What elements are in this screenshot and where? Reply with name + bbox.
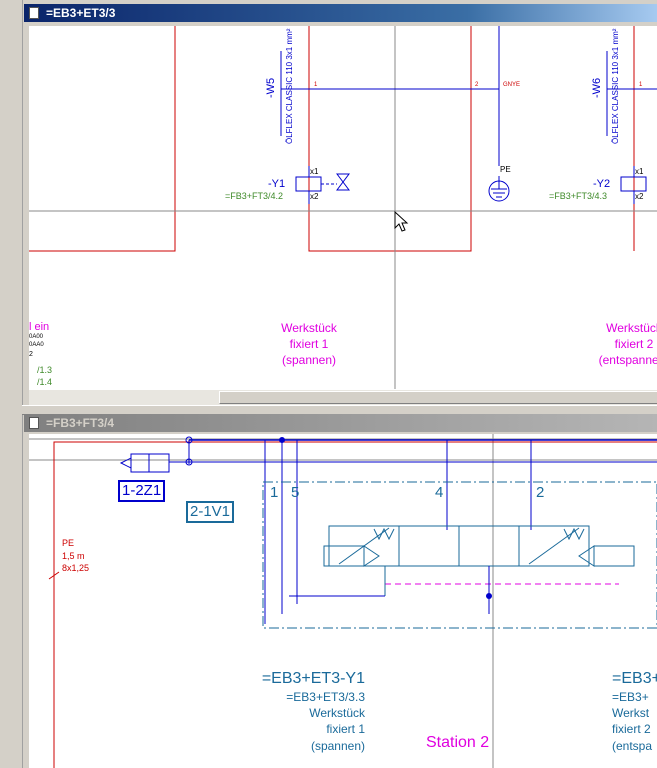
y1-ref[interactable]: =FB3+FT3/4.2 [225, 191, 283, 201]
y2-block-title[interactable]: =EB3+ [612, 669, 657, 689]
port-1-label: 1 [270, 484, 279, 501]
drawing-window-page-4[interactable]: =FB3+FT3/4 1-2Z1 2-1V1 1 5 4 2 PE 1,5 m … [24, 414, 657, 768]
pe-label: PE [500, 165, 511, 174]
drawing-canvas-2[interactable]: 1-2Z1 2-1V1 1 5 4 2 PE 1,5 m 8x1,25 =EB3… [29, 434, 657, 768]
y1-block-title[interactable]: =EB3+ET3-Y1 [215, 669, 365, 689]
port-2-label: 2 [536, 484, 545, 501]
y2-block: =EB3+ =EB3+ Werkst fixiert 2 (entspa [612, 669, 657, 755]
w5-cable-name: ÖLFLEX CLASSIC 110 3x1 mm² [285, 28, 294, 144]
pe-cable-spec: 8x1,25 [62, 563, 90, 573]
background-window-edge [0, 0, 23, 768]
y1-description: Werkstück fixiert 1 (spannen) [281, 321, 337, 367]
pe-cable-label: PE [62, 538, 75, 548]
w5-tag: -W5 [265, 77, 277, 98]
pe-cable-length: 1,5 m [62, 551, 85, 561]
drawing-canvas[interactable]: -W5 ÖLFLEX CLASSIC 110 3x1 mm² 1 2 GNYE … [29, 26, 657, 389]
left-fragment-4: 2 [29, 351, 33, 358]
horizontal-scrollbar[interactable] [29, 389, 657, 406]
left-ref-1[interactable]: /1.3 [37, 365, 52, 375]
port-4-label: 4 [435, 484, 444, 501]
left-fragment-1: l ein [29, 321, 50, 333]
y2-x2: x2 [635, 192, 644, 201]
cylinder-symbol [130, 453, 170, 473]
valve-label[interactable]: 2-1V1 [186, 501, 235, 523]
document-icon [29, 417, 39, 429]
red-frame-y1 [308, 26, 472, 252]
w5-wire-2: 2 [475, 82, 479, 88]
cylinder-label[interactable]: 1-2Z1 [118, 480, 166, 502]
valve-island-frame [262, 481, 657, 629]
scrollbar-thumb[interactable] [219, 391, 657, 404]
y1-block: =EB3+ET3-Y1 =EB3+ET3/3.3 Werkstück fixie… [215, 669, 365, 755]
red-frame-left [29, 26, 176, 252]
y2-ref[interactable]: =FB3+FT3/4.3 [549, 191, 607, 201]
window-titlebar-2[interactable]: =FB3+FT3/4 [24, 414, 657, 432]
document-icon [29, 7, 39, 19]
w6-wire-1: 1 [639, 82, 643, 88]
w6-tag: -W6 [591, 77, 603, 98]
window-title: =EB3+ET3/3 [46, 6, 116, 20]
mouse-cursor [394, 210, 409, 232]
valve-symbol [336, 173, 350, 191]
left-ref-2[interactable]: /1.4 [37, 377, 52, 387]
y1-x1: x1 [310, 167, 319, 176]
left-fragment-3: 0AA0 [29, 342, 44, 348]
window-titlebar[interactable]: =EB3+ET3/3 [24, 4, 657, 22]
y1-x2: x2 [310, 192, 319, 201]
y1-tag: -Y1 [268, 178, 286, 190]
station-label: Station 2 [426, 734, 490, 751]
port-5-label: 5 [291, 484, 300, 501]
y1-block-ref[interactable]: =EB3+ET3/3.3 [215, 689, 365, 705]
w5-wire-1: 1 [314, 82, 318, 88]
left-fragment-2: 0A00 [29, 334, 44, 340]
w5-wire-gnye: GNYE [503, 82, 521, 88]
y2-tag: -Y2 [593, 178, 611, 190]
window-title-2: =FB3+FT3/4 [46, 416, 115, 430]
drawing-window-page-3[interactable]: =EB3+ET3/3 -W5 ÖLFLEX CLASSIC 110 3x1 mm… [24, 4, 657, 406]
y2-x1: x1 [635, 167, 644, 176]
w6-cable-name: ÖLFLEX CLASSIC 110 3x1 mm² [611, 28, 620, 144]
y2-description: Werkstückfixiert 2(entspannen) [598, 321, 657, 367]
